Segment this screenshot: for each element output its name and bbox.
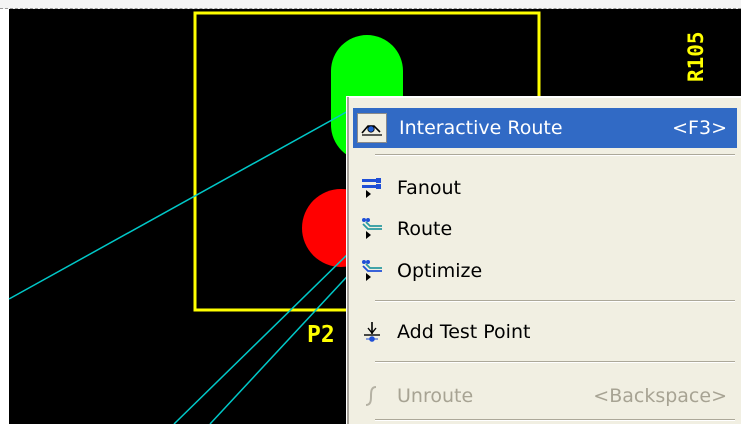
interactive-route-icon	[357, 113, 387, 143]
menu-item-label: Route	[397, 218, 453, 240]
fanout-icon	[359, 175, 385, 201]
menu-item-route[interactable]: Route	[353, 209, 737, 249]
route-context-menu: Interactive Route <F3> Fanout Route Opti…	[346, 96, 741, 424]
pin-label: P2	[307, 322, 335, 348]
menu-item-label: Interactive Route	[399, 117, 563, 139]
menu-separator	[375, 300, 735, 302]
menu-item-optimize[interactable]: Optimize	[353, 251, 737, 291]
test-point-icon	[359, 319, 385, 345]
menu-item-label: Add Test Point	[397, 321, 531, 343]
menu-item-label: Unroute	[397, 385, 474, 407]
menu-item-fanout[interactable]: Fanout	[353, 168, 737, 208]
menu-item-add-test-point[interactable]: Add Test Point	[353, 312, 737, 352]
menu-separator	[375, 154, 735, 156]
route-icon	[359, 216, 385, 242]
ratsnest-line	[8, 109, 351, 300]
menu-item-shortcut: <F3>	[672, 117, 727, 139]
menu-item-interactive-route[interactable]: Interactive Route <F3>	[353, 108, 737, 148]
pcb-editor-view: R105 P2 Interactive Route <F3> Fanout Ro…	[0, 0, 741, 424]
menu-item-label: Optimize	[397, 260, 483, 282]
menu-separator	[375, 419, 735, 421]
menu-item-label: Fanout	[397, 177, 461, 199]
unroute-icon	[359, 383, 385, 409]
menu-edge	[347, 97, 349, 424]
component-ref-label: R105	[684, 31, 708, 82]
menu-item-unroute[interactable]: Unroute <Backspace>	[353, 376, 737, 416]
optimize-icon	[359, 258, 385, 284]
menu-item-shortcut: <Backspace>	[593, 385, 727, 407]
menu-separator	[375, 361, 735, 363]
